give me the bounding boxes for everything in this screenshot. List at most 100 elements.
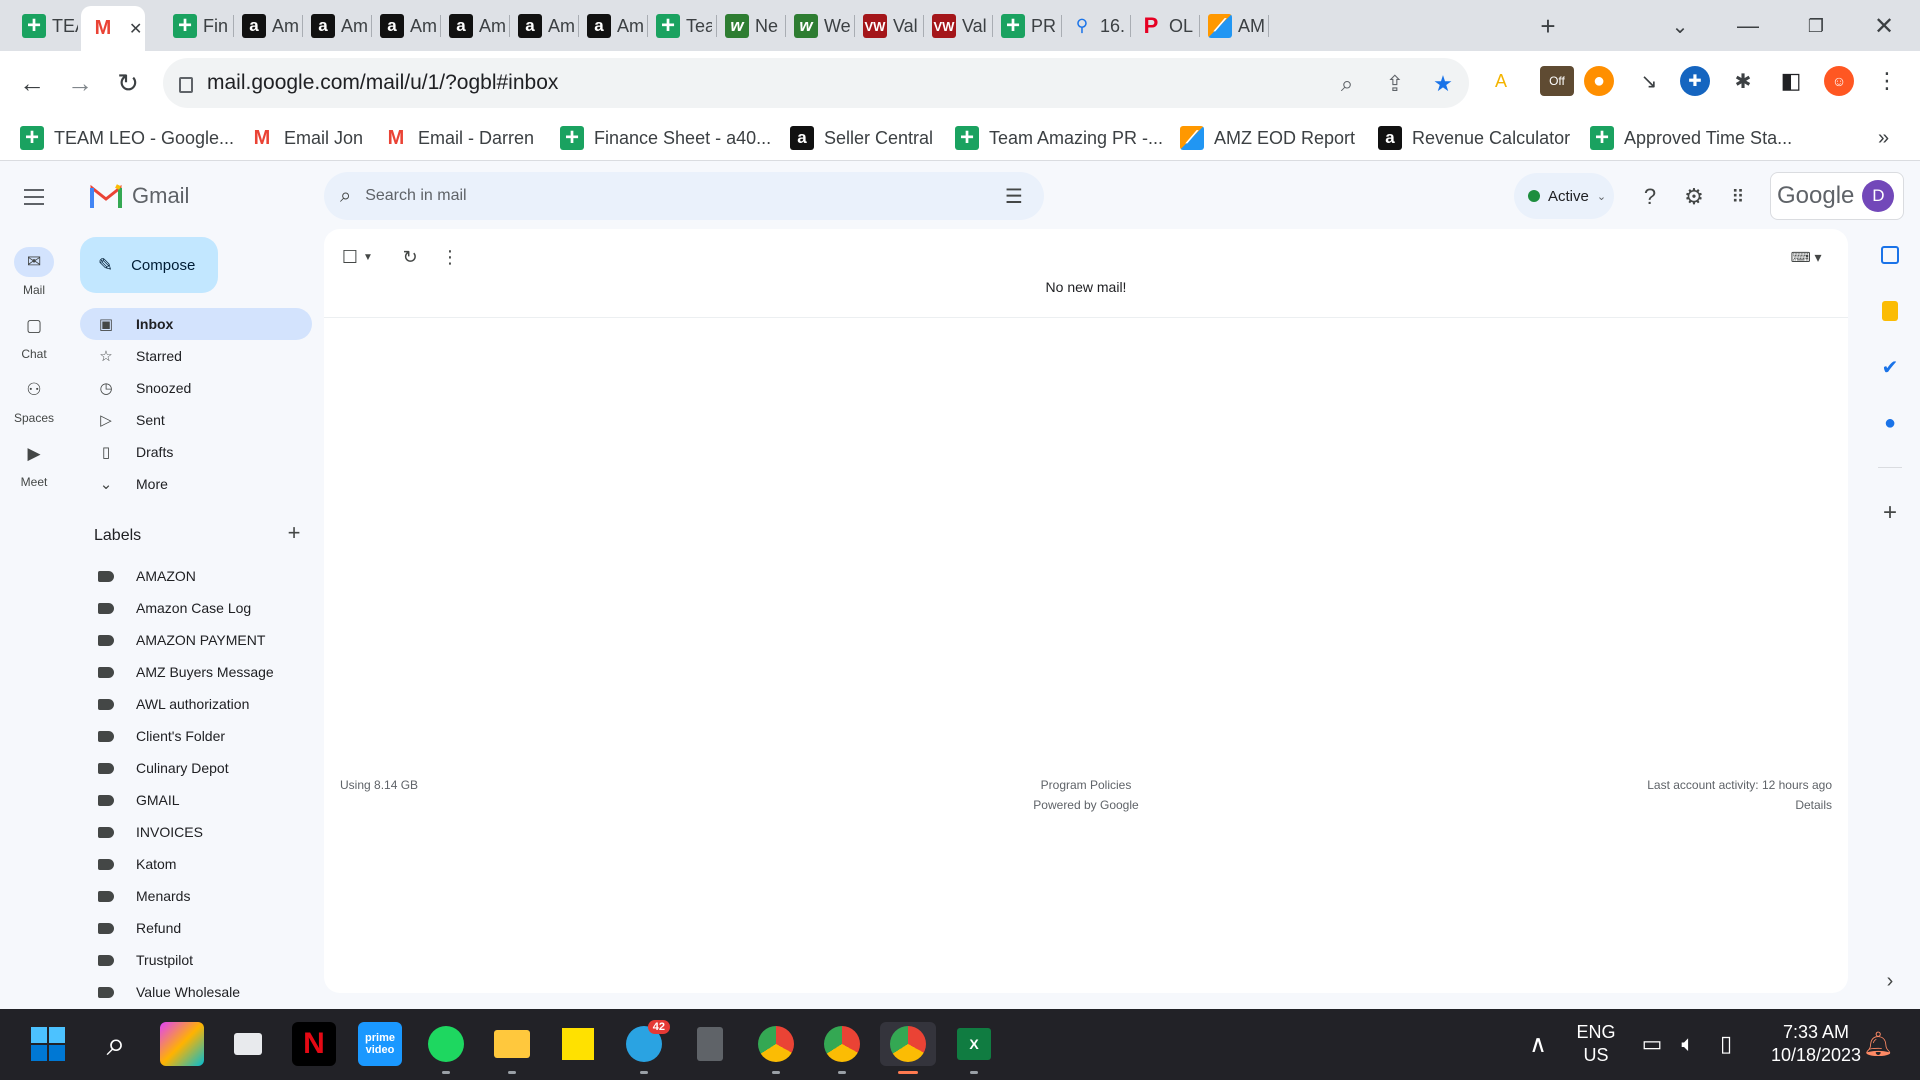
- tab[interactable]: w We: [784, 8, 852, 44]
- side-panel-icon[interactable]: ◧: [1776, 66, 1806, 96]
- telegram-icon[interactable]: 42: [622, 1020, 670, 1074]
- help-icon[interactable]: ?: [1636, 183, 1664, 211]
- extensions-puzzle-icon[interactable]: ✱: [1728, 66, 1758, 96]
- show-hidden-icons-chevron[interactable]: ∧: [1516, 1022, 1560, 1066]
- scout-extension-icon[interactable]: A: [1486, 66, 1516, 96]
- bookmark-item[interactable]: a Seller Central: [790, 123, 933, 153]
- file-explorer-icon[interactable]: [490, 1022, 534, 1074]
- label-item[interactable]: Amazon Case Log: [80, 592, 312, 624]
- details-link[interactable]: Details: [1795, 795, 1832, 815]
- cursor-extension-icon[interactable]: ↘: [1634, 66, 1664, 96]
- search-input[interactable]: Search in mail: [365, 187, 466, 205]
- chrome-profile-2-icon[interactable]: [820, 1022, 864, 1074]
- bookmarks-overflow-icon[interactable]: »: [1878, 123, 1889, 153]
- bookmark-star-icon[interactable]: ★: [1429, 70, 1457, 98]
- tab[interactable]: + Tea: [646, 8, 714, 44]
- close-window-button[interactable]: ✕: [1868, 10, 1900, 42]
- select-dropdown-icon[interactable]: ▼: [354, 243, 382, 271]
- input-tools-keyboard-icon[interactable]: ⌨ ▾: [1784, 243, 1828, 271]
- tab-close-icon[interactable]: ✕: [129, 19, 142, 39]
- tab-search-chevron-icon[interactable]: ⌄: [1664, 10, 1696, 42]
- rail-item-meet[interactable]: ▶ Meet: [0, 439, 68, 489]
- label-item[interactable]: AMAZON: [80, 560, 312, 592]
- nav-item-sent[interactable]: ▷ Sent: [80, 404, 312, 436]
- netflix-icon[interactable]: N: [292, 1022, 336, 1066]
- tab[interactable]: + Fin: [163, 8, 231, 44]
- tab[interactable]: a Am: [508, 8, 576, 44]
- tab[interactable]: w Ne: [715, 8, 783, 44]
- refresh-icon[interactable]: ↻: [396, 243, 424, 271]
- label-item[interactable]: INVOICES: [80, 816, 312, 848]
- rail-item-mail[interactable]: ✉ Mail: [0, 247, 68, 297]
- label-item[interactable]: Client's Folder: [80, 720, 312, 752]
- tab[interactable]: ⚲ 16.: [1060, 8, 1128, 44]
- tab[interactable]: a Am: [577, 8, 645, 44]
- off-extension-badge[interactable]: Off: [1540, 66, 1574, 96]
- profile-avatar-icon[interactable]: ☺: [1824, 66, 1854, 96]
- tab[interactable]: + TEA: [12, 8, 80, 44]
- main-menu-button[interactable]: [18, 181, 50, 213]
- apps-grid-icon[interactable]: ⠿: [1724, 183, 1752, 211]
- more-options-icon[interactable]: ⋮: [436, 243, 464, 271]
- avatar[interactable]: D: [1862, 180, 1895, 212]
- share-icon[interactable]: ⇪: [1381, 70, 1409, 98]
- expand-side-panel-icon[interactable]: ›: [1876, 967, 1904, 995]
- label-item[interactable]: Refund: [80, 912, 312, 944]
- label-item[interactable]: AMZ Buyers Message: [80, 656, 312, 688]
- calculator-icon[interactable]: [688, 1022, 732, 1066]
- bookmark-item[interactable]: + Approved Time Sta...: [1590, 123, 1792, 153]
- bookmark-item[interactable]: M Email Jon: [250, 123, 363, 153]
- nav-item-inbox[interactable]: ▣ Inbox: [80, 308, 312, 340]
- tab[interactable]: a Am: [301, 8, 369, 44]
- nav-item-snoozed[interactable]: ◷ Snoozed: [80, 372, 312, 404]
- tab-active-gmail[interactable]: M ✕: [81, 6, 145, 51]
- chrome-profile-1-icon[interactable]: [754, 1022, 798, 1074]
- tab[interactable]: a Am: [232, 8, 300, 44]
- tab[interactable]: VW Val: [853, 8, 921, 44]
- add-label-button[interactable]: +: [282, 520, 306, 545]
- address-bar[interactable]: mail.google.com/mail/u/1/?ogbl#inbox ⌕ ⇪…: [163, 58, 1469, 108]
- bookmark-item[interactable]: M Email - Darren: [384, 123, 534, 153]
- minimize-button[interactable]: —: [1732, 10, 1764, 42]
- task-view-icon[interactable]: [226, 1022, 270, 1066]
- rail-item-spaces[interactable]: ⚇ Spaces: [0, 375, 68, 425]
- calendar-icon[interactable]: [1876, 241, 1904, 269]
- orange-extension-icon[interactable]: ●: [1584, 66, 1614, 96]
- spotify-icon[interactable]: [424, 1022, 468, 1074]
- account-switcher[interactable]: Google D: [1770, 172, 1904, 220]
- copilot-icon[interactable]: [160, 1022, 204, 1066]
- search-taskbar-icon[interactable]: ⌕: [94, 1022, 138, 1066]
- rail-item-chat[interactable]: ▢ Chat: [0, 311, 68, 361]
- bookmark-item[interactable]: ⟋ AMZ EOD Report: [1180, 123, 1355, 153]
- label-item[interactable]: GMAIL: [80, 784, 312, 816]
- tab[interactable]: P OL: [1129, 8, 1197, 44]
- nav-item-starred[interactable]: ☆ Starred: [80, 340, 312, 372]
- zoom-icon[interactable]: ⌕: [1333, 70, 1361, 98]
- back-button[interactable]: ←: [14, 65, 50, 101]
- keep-icon[interactable]: [1876, 297, 1904, 325]
- tab[interactable]: + PR: [991, 8, 1059, 44]
- tab[interactable]: VW Val: [922, 8, 990, 44]
- bookmark-item[interactable]: + TEAM LEO - Google...: [20, 123, 234, 153]
- tab[interactable]: ⟋ AM: [1198, 8, 1266, 44]
- nav-item-more[interactable]: ⌄ More: [80, 468, 312, 500]
- language-indicator[interactable]: ENG US: [1576, 1021, 1616, 1067]
- label-item[interactable]: Trustpilot: [80, 944, 312, 976]
- notification-bell-icon[interactable]: 🔔︎: [1856, 1022, 1900, 1066]
- gmail-logo[interactable]: Gmail: [90, 183, 189, 209]
- search-icon[interactable]: ⌕: [340, 185, 351, 208]
- nav-item-drafts[interactable]: ▯ Drafts: [80, 436, 312, 468]
- tasks-icon[interactable]: ✔: [1876, 353, 1904, 381]
- label-item[interactable]: Menards: [80, 880, 312, 912]
- tab[interactable]: a Am: [370, 8, 438, 44]
- windows-start-icon[interactable]: [26, 1022, 70, 1066]
- get-addons-icon[interactable]: +: [1876, 499, 1904, 527]
- status-chip[interactable]: Active ⌄: [1514, 173, 1614, 219]
- restore-button[interactable]: ❐: [1800, 10, 1832, 42]
- battery-icon[interactable]: ▯: [1704, 1022, 1748, 1066]
- chrome-active-icon[interactable]: [880, 1022, 936, 1074]
- settings-gear-icon[interactable]: ⚙: [1680, 183, 1708, 211]
- search-options-icon[interactable]: ☰: [1002, 184, 1026, 208]
- contacts-icon[interactable]: ●: [1876, 409, 1904, 437]
- compose-button[interactable]: ✎ Compose: [80, 237, 218, 293]
